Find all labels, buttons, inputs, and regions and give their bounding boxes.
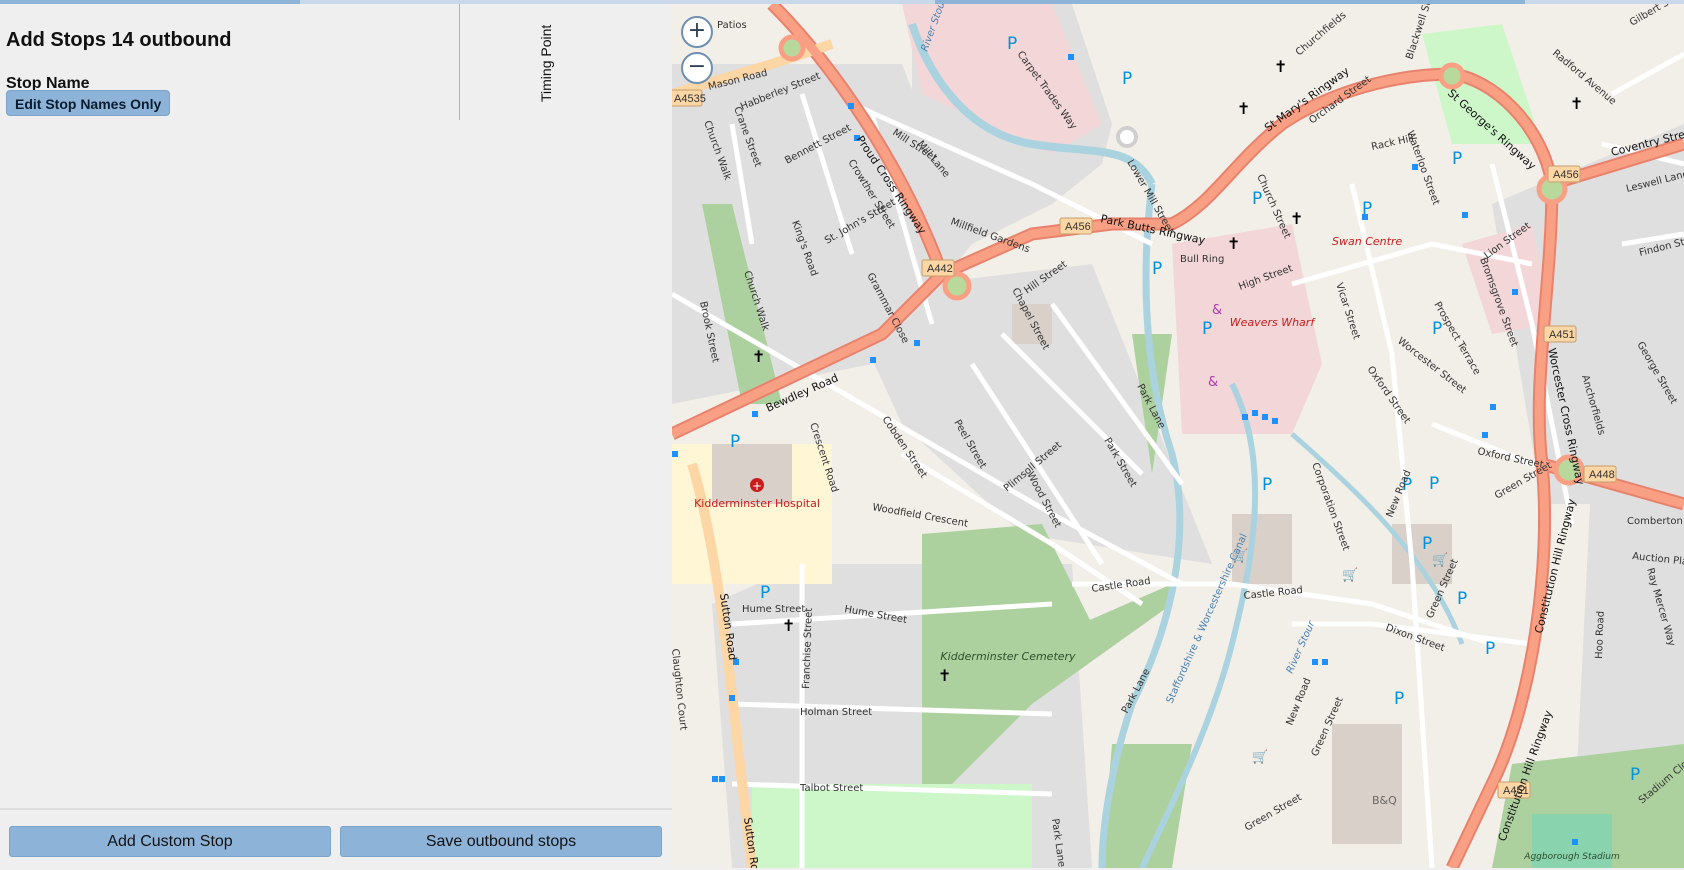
cemetery-label: Kidderminster Cemetery [940,650,1076,663]
parking-icon: P [1252,189,1262,209]
parking-icon: P [1362,199,1372,219]
shopping-cart-icon: 🛒 [1432,552,1448,568]
stadium-label: Aggborough Stadium [1523,852,1620,862]
street-label: Bull Ring [1180,254,1224,265]
map-canvas[interactable]: P P P P P P P P P P P P P P P P P P + ✝ … [672,4,1684,868]
street-label: Patios [717,20,747,31]
road-shield-a456: A456 [1065,221,1091,233]
road-shield-a448: A448 [1589,469,1615,481]
footer-bar: Add Custom Stop Save outbound stops [0,808,672,870]
parking-icon: P [1457,589,1467,609]
church-icon: ✝ [1227,234,1240,253]
parking-icon: P [1485,639,1495,659]
sports-area [752,784,1032,868]
page-title: Add Stops 14 outbound [6,29,232,51]
roundabout [1438,62,1466,90]
shop-bag-icon: & [1212,303,1222,318]
parking-icon: P [1429,474,1439,494]
road-shield-a456: A456 [1553,169,1579,181]
street-label: Hoo Road [1594,611,1607,659]
timing-point-column-header: Timing Point [538,22,558,102]
parking-icon: P [1202,319,1212,339]
parking-icon: P [1422,534,1432,554]
shopping-cart-icon: 🛒 [1252,749,1268,765]
save-outbound-stops-button[interactable]: Save outbound stops [340,826,662,857]
edit-stop-names-button[interactable]: Edit Stop Names Only [6,90,171,116]
building [712,444,792,504]
column-divider [459,4,460,120]
weavers-wharf-label: Weavers Wharf [1230,316,1317,329]
road-shield-a442: A442 [927,263,953,275]
church-icon: ✝ [1570,94,1583,113]
parking-icon: P [1007,34,1017,54]
map-view[interactable]: P P P P P P P P P P P P P P P P P P + ✝ … [672,4,1684,868]
church-icon: ✝ [782,616,795,635]
parking-icon: P [1152,259,1162,279]
parking-icon: P [1122,69,1132,89]
parking-icon: P [1394,689,1404,709]
shopping-cart-icon: 🛒 [1342,567,1358,583]
church-icon: ✝ [1274,57,1287,76]
street-label: Holman Street [800,707,872,718]
church-icon: ✝ [752,347,765,366]
shop-bag-icon: & [1208,375,1218,390]
timing-point-label: Timing Point [538,24,554,102]
parking-icon: P [760,583,770,603]
road-shield-a4535: A4535 [674,93,706,105]
add-custom-stop-button[interactable]: Add Custom Stop [9,826,331,857]
stops-panel: Add Stops 14 outbound Stop Name Edit Sto… [0,4,672,868]
swan-centre-label: Swan Centre [1332,235,1402,248]
roundabout [1116,126,1138,148]
hospital-label: Kidderminster Hospital [694,497,820,510]
street-label: Talbot Street [799,783,863,794]
parking-icon: P [1432,319,1442,339]
street-label: Comberton [1627,516,1683,527]
roundabout [942,271,972,301]
hospital-cross-icon: + [752,479,762,493]
church-icon: ✝ [1237,99,1250,118]
parking-icon: P [730,432,740,452]
church-icon: ✝ [938,666,951,685]
roundabout [778,34,806,62]
bq-label: B&Q [1372,794,1397,807]
zoom-in-button[interactable]: + [681,16,713,48]
building [1332,724,1402,844]
street-label: Hume Street [742,604,805,615]
parking-icon: P [1262,475,1272,495]
parking-icon: P [1452,149,1462,169]
church-icon: ✝ [1290,209,1303,228]
road-shield-a451: A451 [1549,329,1575,341]
parking-icon: P [1630,765,1640,785]
zoom-out-button[interactable]: − [681,52,713,84]
